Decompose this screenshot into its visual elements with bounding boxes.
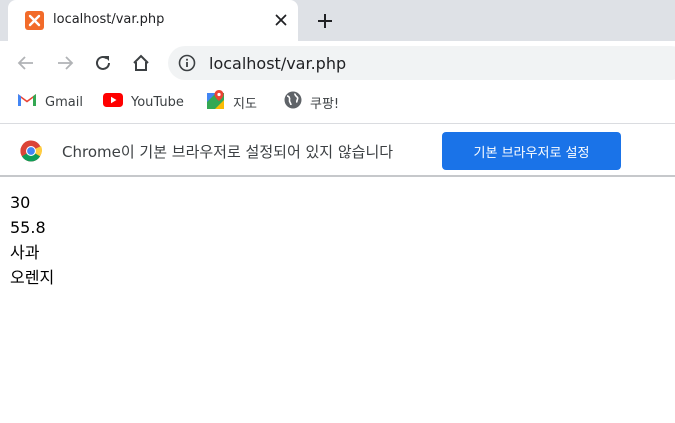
address-bar[interactable]: localhost/var.php: [168, 46, 675, 80]
plus-icon[interactable]: [312, 8, 338, 34]
arrow-right-icon[interactable]: [52, 50, 78, 76]
browser-toolbar: localhost/var.php: [0, 41, 675, 84]
close-icon[interactable]: [270, 9, 292, 31]
reload-icon[interactable]: [90, 50, 116, 76]
set-default-browser-button[interactable]: 기본 브라우저로 설정: [442, 132, 621, 170]
output-line: 55.8: [10, 218, 46, 237]
chrome-logo-icon: [20, 140, 42, 162]
tab-active[interactable]: localhost/var.php: [8, 0, 298, 41]
output-line: 오렌지: [10, 268, 55, 287]
output-line: 사과: [10, 243, 40, 262]
gmail-icon: [17, 92, 37, 112]
maps-icon: [207, 89, 225, 115]
bookmark-gmail[interactable]: Gmail: [17, 91, 83, 113]
bookmark-coupang[interactable]: 쿠팡!: [284, 91, 339, 113]
output-line: 30: [10, 193, 31, 212]
default-browser-infobar: Chrome이 기본 브라우저로 설정되어 있지 않습니다 기본 브라우저로 설…: [0, 123, 675, 177]
home-icon[interactable]: [128, 50, 154, 76]
youtube-icon: [103, 92, 123, 112]
globe-icon: [284, 91, 302, 114]
tab-strip: localhost/var.php: [0, 0, 675, 41]
bookmark-maps[interactable]: 지도: [207, 89, 257, 115]
page-output: 30 55.8 사과 오렌지: [10, 190, 54, 290]
infobar-message: Chrome이 기본 브라우저로 설정되어 있지 않습니다: [62, 143, 394, 161]
bookmarks-bar: Gmail YouTube 지도 쿠팡!: [0, 84, 675, 123]
xampp-icon: [25, 11, 44, 30]
tab-title: localhost/var.php: [53, 12, 165, 27]
arrow-left-icon[interactable]: [13, 50, 39, 76]
url-text: localhost/var.php: [209, 54, 347, 73]
info-icon[interactable]: [178, 54, 196, 72]
bookmark-youtube[interactable]: YouTube: [103, 91, 184, 113]
